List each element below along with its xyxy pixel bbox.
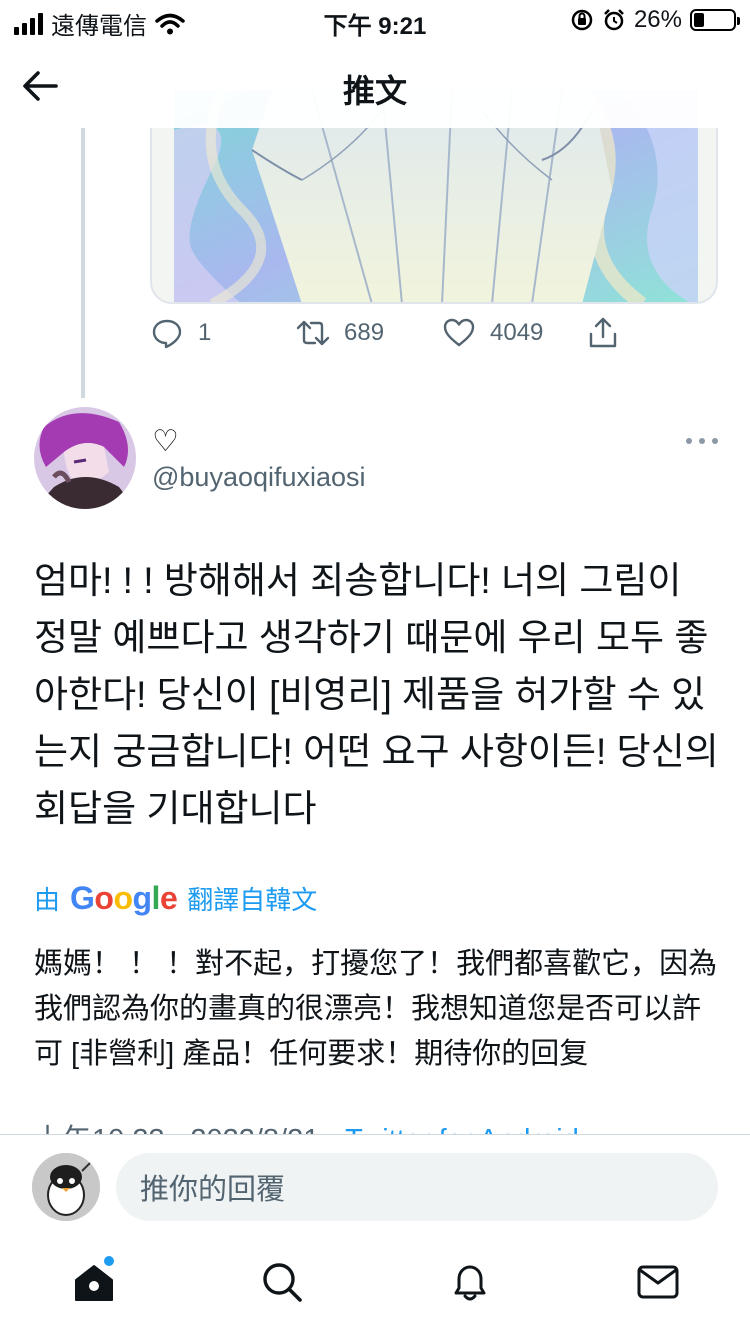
- tab-messages[interactable]: [636, 1260, 680, 1304]
- tab-notifications[interactable]: [448, 1260, 492, 1304]
- avatar[interactable]: [34, 407, 136, 509]
- messages-icon: [637, 1265, 679, 1299]
- thread-connector-line: [81, 128, 85, 398]
- tweet-text: 엄마! ! ! 방해해서 죄송합니다! 너의 그림이 정말 예쁘다고 생각하기 …: [34, 560, 719, 829]
- translated-text: 媽媽！ ！ ！對不起，打擾您了！我們都喜歡它，因為我們認為你的畫真的很漂亮！我想…: [34, 948, 718, 1070]
- reply-icon: [152, 319, 182, 349]
- retweet-button[interactable]: 689: [296, 316, 384, 350]
- like-count: 4049: [490, 319, 544, 346]
- notifications-icon: [454, 1265, 486, 1301]
- status-bar: 遠傳電信 下午 9:21 26%: [0, 0, 750, 44]
- current-user-avatar[interactable]: [32, 1153, 100, 1221]
- reply-button[interactable]: 1: [150, 316, 211, 350]
- tab-home[interactable]: [72, 1260, 116, 1304]
- like-button[interactable]: 4049: [442, 316, 543, 350]
- reply-placeholder: 推你的回覆: [140, 1174, 286, 1206]
- status-right: 26%: [570, 6, 740, 34]
- more-options-icon[interactable]: [684, 434, 720, 448]
- page-title: 推文: [342, 73, 407, 109]
- display-name[interactable]: ♡: [152, 424, 179, 459]
- reply-composer-bar: 推你的回覆: [0, 1134, 750, 1245]
- search-icon: [263, 1263, 302, 1302]
- orientation-lock-icon: [571, 9, 593, 31]
- reply-count: 1: [198, 319, 212, 346]
- translation-attribution[interactable]: 由 Google 翻譯自韓文: [34, 880, 317, 917]
- battery-percent: 26%: [633, 6, 682, 33]
- heart-icon: [443, 318, 475, 347]
- translation-suffix: 翻譯自韓文: [187, 885, 318, 915]
- share-icon: [589, 317, 617, 348]
- top-nav: 推文: [0, 44, 750, 128]
- retweet-icon: [296, 320, 330, 346]
- share-button[interactable]: [586, 316, 620, 350]
- home-unread-dot: [104, 1256, 114, 1266]
- tweet-actions: 1 689 4049: [150, 316, 630, 362]
- bottom-tab-bar: [0, 1244, 750, 1334]
- google-logo: Google: [70, 880, 178, 916]
- translation-prefix: 由: [34, 885, 61, 915]
- alarm-icon: [604, 9, 624, 31]
- battery-icon: [690, 9, 740, 31]
- user-handle[interactable]: @buyaoqifuxiaosi: [152, 462, 366, 493]
- reply-input[interactable]: 推你的回覆: [116, 1153, 718, 1221]
- retweet-count: 689: [344, 319, 385, 346]
- tab-search[interactable]: [260, 1260, 304, 1304]
- home-icon: [75, 1265, 113, 1301]
